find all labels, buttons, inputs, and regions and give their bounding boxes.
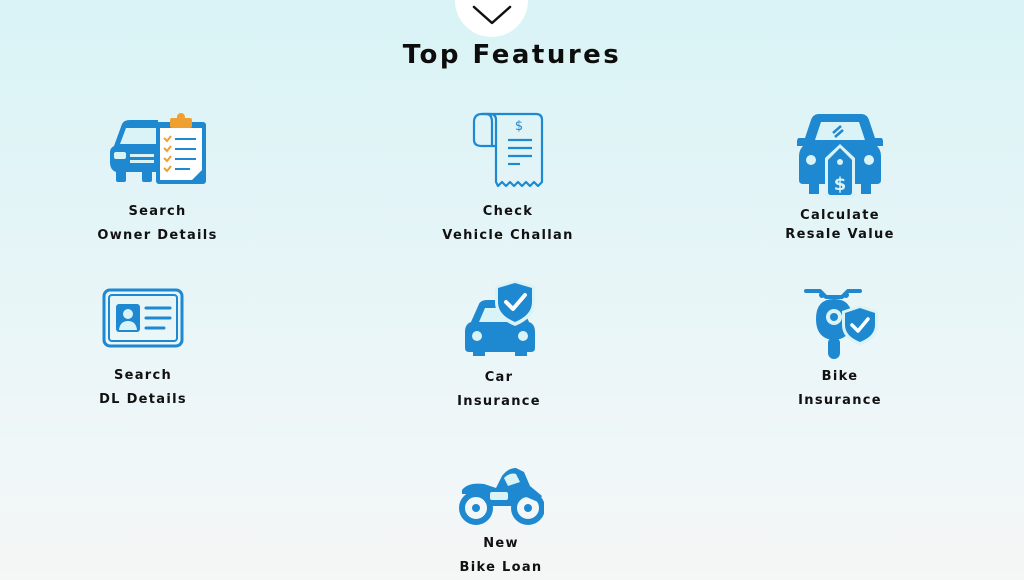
feature-label-line1: Search <box>113 368 173 383</box>
motorcycle-icon <box>459 468 544 525</box>
feature-car-insurance[interactable]: Car Insurance <box>449 278 549 414</box>
feature-bike-insurance[interactable]: Bike Insurance <box>790 285 890 413</box>
feature-new-bike-loan[interactable]: New Bike Loan <box>451 462 551 580</box>
feature-label-line1: Calculate <box>800 208 880 223</box>
id-card-icon <box>102 288 184 348</box>
car-clipboard-icon <box>109 113 206 184</box>
feature-label-line1: Search <box>128 204 187 219</box>
feature-label-line1: Car <box>484 370 514 385</box>
feature-label-line1: Bike <box>821 369 859 384</box>
svg-text:$: $ <box>515 119 523 134</box>
feature-label-line2: Vehicle Challan <box>442 228 574 243</box>
chevron-down-icon <box>472 5 511 25</box>
feature-label-line2: Owner Details <box>97 228 218 243</box>
scroll-down-button[interactable] <box>455 0 528 37</box>
car-shield-icon <box>465 280 535 356</box>
feature-label-line2: DL Details <box>99 392 187 407</box>
bike-shield-icon <box>804 289 878 359</box>
receipt-icon: $ <box>472 112 544 188</box>
feature-label-line2: Resale Value <box>785 227 895 242</box>
feature-label-line2: Bike Loan <box>459 560 543 575</box>
feature-label-line2: Insurance <box>457 394 541 409</box>
feature-calculate-resale-value[interactable]: $ Calculate Resale Value <box>780 110 900 244</box>
feature-search-owner-details[interactable]: Search Owner Details <box>95 110 220 248</box>
feature-label-line1: New <box>483 536 519 551</box>
car-price-tag-icon: $ <box>797 114 883 198</box>
feature-search-dl-details[interactable]: Search DL Details <box>93 288 193 412</box>
svg-text:$: $ <box>834 174 847 195</box>
feature-check-vehicle-challan[interactable]: $ Check Vehicle Challan <box>438 110 578 248</box>
feature-label-line2: Insurance <box>798 393 882 408</box>
section-title: Top Features <box>402 40 622 70</box>
feature-label-line1: Check <box>482 204 534 219</box>
